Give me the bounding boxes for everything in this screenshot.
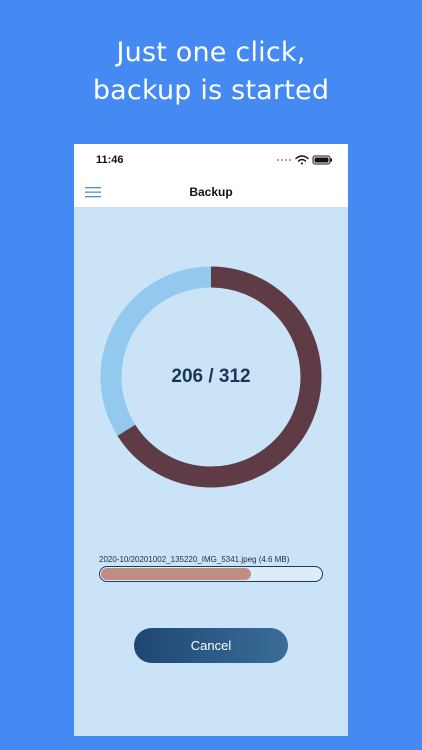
status-icons [277,155,332,165]
status-time: 11:46 [96,154,124,166]
status-bar: 11:46 [74,144,348,176]
page-title: Backup [189,185,233,199]
phone-screen: 11:46 Backup 206 / 312 2020-10/20201002_… [74,144,348,736]
current-file-label: 2020-10/20201002_135220_IMG_5341.jpeg (4… [99,555,290,564]
backup-counter: 206 / 312 [171,366,251,387]
wifi-icon [295,155,309,165]
battery-icon [312,155,332,165]
cellular-icon [277,159,291,161]
file-progress-bar [99,566,323,582]
promo-headline: Just one click, backup is started [0,34,422,110]
promo-line-2: backup is started [92,75,330,106]
cancel-button[interactable]: Cancel [134,628,288,663]
nav-bar: Backup [74,176,348,208]
file-progress-fill [101,568,251,580]
promo-line-1: Just one click, [116,37,306,68]
